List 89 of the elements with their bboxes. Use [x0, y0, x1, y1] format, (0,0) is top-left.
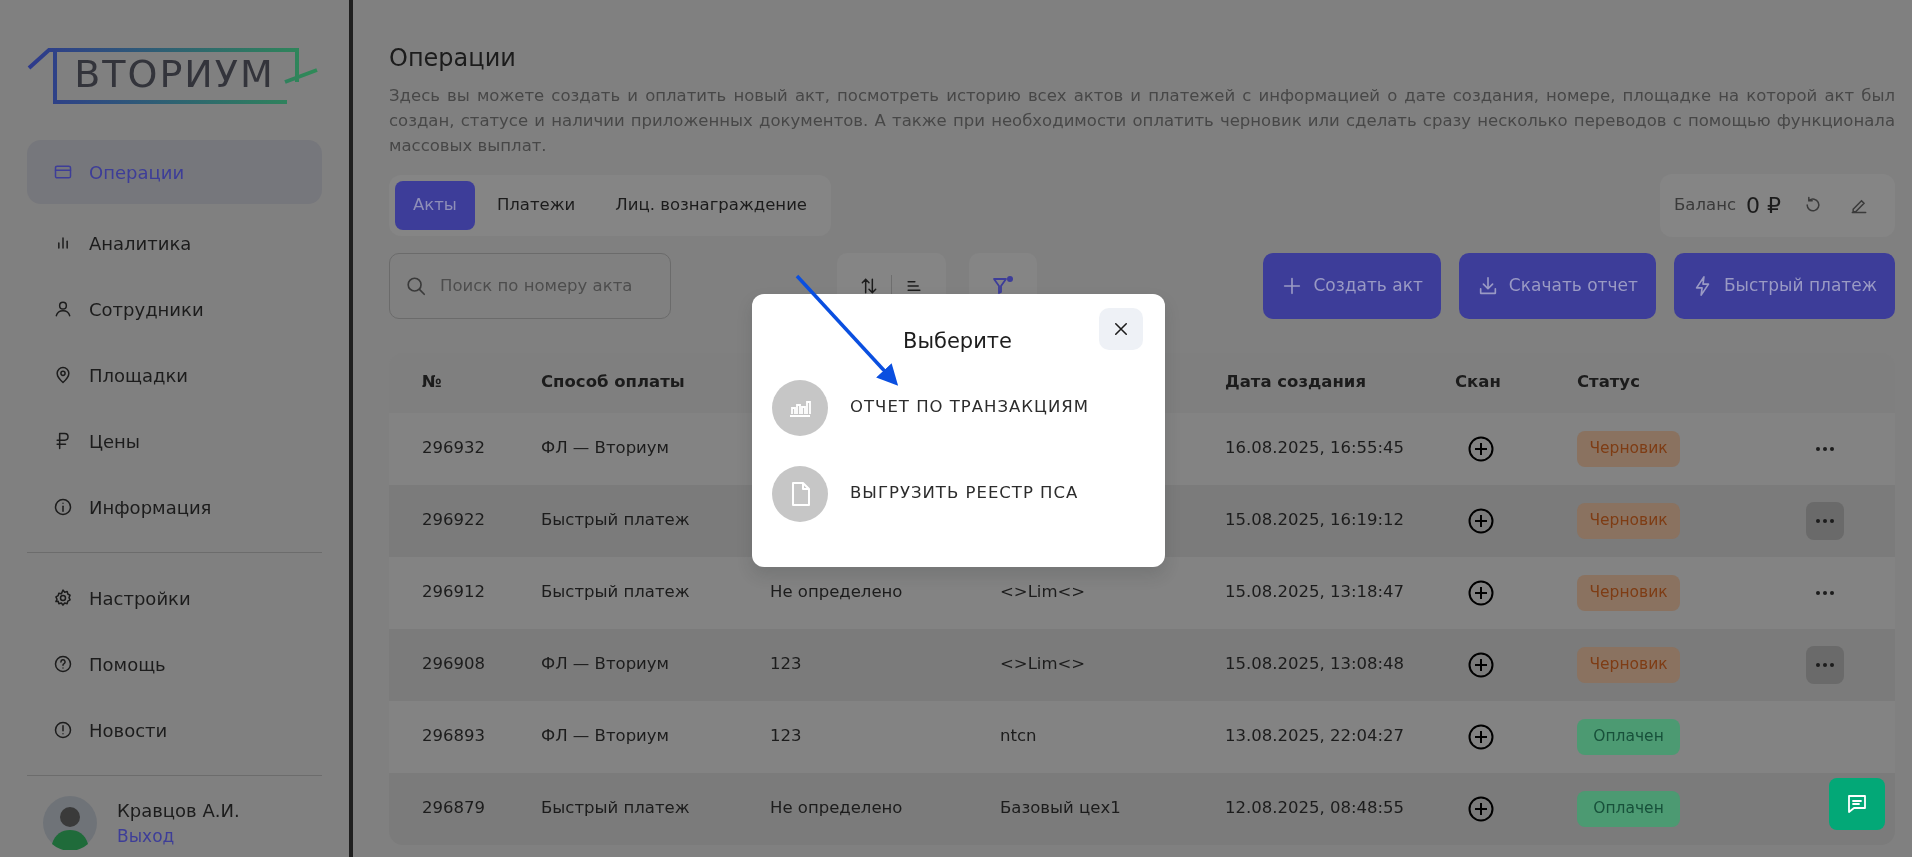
- table-cell-text: 296908: [422, 653, 486, 676]
- table-cell-text: <>Lim<>: [1000, 581, 1087, 604]
- table-cell-text: ФЛ — Вториум: [541, 725, 671, 748]
- info-icon: [53, 497, 73, 517]
- chat-icon: [1845, 792, 1869, 816]
- sidebar-item[interactable]: Информация: [27, 480, 322, 534]
- status-badge: Черновик: [1577, 574, 1680, 611]
- balance-label: Баланс: [1674, 193, 1736, 216]
- tab[interactable]: Акты: [395, 180, 475, 230]
- sidebar-item[interactable]: Сотрудники: [27, 282, 322, 336]
- search-icon: [405, 274, 427, 297]
- more-button[interactable]: [1806, 501, 1844, 540]
- table-cell-text: 15.08.2025, 16:19:12: [1225, 509, 1406, 532]
- table-cell-text: Базовый цех1: [1000, 797, 1122, 820]
- more-icon: [1816, 446, 1834, 451]
- circled-plus-icon: [1467, 794, 1495, 823]
- table-cell-text: <>Lim<>: [1000, 653, 1087, 676]
- circled-plus-icon: [1467, 650, 1495, 679]
- circled-plus-icon: [1467, 434, 1495, 463]
- chart-icon: [772, 379, 828, 436]
- card-icon: [53, 162, 73, 182]
- action-button[interactable]: Создать акт: [1263, 252, 1441, 319]
- status-badge: Черновик: [1577, 502, 1680, 539]
- table-cell-text: ФЛ — Вториум: [541, 653, 671, 676]
- settings-icon: [53, 588, 73, 608]
- table-cell-text: 13.08.2025, 22:04:27: [1225, 725, 1406, 748]
- menu-option[interactable]: ОТЧЕТ ПО ТРАНЗАКЦИЯМ: [772, 379, 1089, 436]
- column-header: №: [422, 371, 443, 394]
- table-cell-text: Не определено: [770, 581, 904, 604]
- more-icon: [1816, 662, 1834, 667]
- action-button[interactable]: Скачать отчет: [1458, 252, 1656, 319]
- menu-option[interactable]: ВЫГРУЗИТЬ РЕЕСТР ПСА: [772, 465, 1079, 522]
- status-badge: Оплачен: [1577, 790, 1680, 827]
- status-badge: Черновик: [1577, 646, 1680, 683]
- table-cell-text: 123: [770, 653, 803, 676]
- person-icon: [53, 299, 73, 319]
- more-icon: [1816, 518, 1834, 523]
- column-header: Статус: [1577, 371, 1641, 394]
- table-cell-text: Не определено: [770, 797, 904, 820]
- circled-plus-icon: [1467, 722, 1495, 751]
- table-cell-text: Быстрый платеж: [541, 509, 691, 532]
- table-cell-text: ntcn: [1000, 725, 1038, 748]
- table-cell-text: ФЛ — Вториум: [541, 437, 671, 460]
- table-cell-text: 296893: [422, 725, 486, 748]
- close-icon: [1114, 322, 1128, 336]
- page-title: Операции: [389, 44, 517, 73]
- logout-link[interactable]: Выход: [117, 825, 175, 846]
- balance-value: 0 ₽: [1746, 191, 1781, 220]
- table-cell-text: 123: [770, 725, 803, 748]
- page-description: Здесь вы можете создать и оплатить новый акт, посмотреть историю всех актов и платежей с информацией о дате создания, номере, площадке на которой акт был создан, статусе и наличии приложенных документов. А также при необходимости оплатить черновик или сделать сразу несколько переводов с помощью функционала массовых выплат.: [389, 84, 1895, 157]
- document-icon: [772, 465, 828, 522]
- status-badge: Оплачен: [1577, 718, 1680, 755]
- sidebar-item[interactable]: Площадки: [27, 348, 322, 402]
- tab[interactable]: Платежи: [478, 180, 594, 230]
- circled-plus-icon: [1467, 578, 1495, 607]
- table-cell-text: Быстрый платеж: [541, 797, 691, 820]
- action-button[interactable]: Быстрый платеж: [1673, 252, 1895, 319]
- location-pin-icon: [53, 365, 73, 385]
- sidebar-item[interactable]: Настройки: [27, 571, 322, 625]
- table-cell-text: 296879: [422, 797, 486, 820]
- column-header: Дата создания: [1225, 371, 1367, 394]
- more-icon: [1816, 590, 1834, 595]
- alert-icon: [53, 720, 73, 740]
- sidebar-item[interactable]: Новости: [27, 703, 322, 757]
- circled-plus-icon: [1467, 506, 1495, 535]
- table-cell-text: 296922: [422, 509, 486, 532]
- modal-title: Выберите: [902, 328, 1013, 355]
- column-header: Способ оплаты: [541, 371, 686, 394]
- table-cell-text: 296912: [422, 581, 486, 604]
- table-cell-text: 15.08.2025, 13:18:47: [1225, 581, 1406, 604]
- table-cell-text: 296932: [422, 437, 486, 460]
- logo: ВТОРИУМ: [27, 40, 322, 108]
- table-cell-text: 15.08.2025, 13:08:48: [1225, 653, 1406, 676]
- column-header: Скан: [1455, 371, 1502, 394]
- avatar: [43, 796, 97, 850]
- table-cell-text: 12.08.2025, 08:48:55: [1225, 797, 1406, 820]
- table-cell-text: Быстрый платеж: [541, 581, 691, 604]
- chat-button[interactable]: [1829, 778, 1885, 830]
- tab[interactable]: Лиц. вознаграждение: [597, 180, 825, 230]
- table-cell-text: 16.08.2025, 16:55:45: [1225, 437, 1406, 460]
- close-button[interactable]: [1099, 308, 1143, 350]
- user-name: Кравцов А.И.: [117, 798, 240, 823]
- sort-arrows-icon: [859, 275, 879, 296]
- sidebar-item[interactable]: Помощь: [27, 637, 322, 691]
- status-badge: Черновик: [1577, 430, 1680, 467]
- more-button[interactable]: [1806, 645, 1844, 684]
- sidebar-item[interactable]: Аналитика: [27, 216, 322, 270]
- sidebar-item[interactable]: Цены: [27, 414, 322, 468]
- help-icon: [53, 654, 73, 674]
